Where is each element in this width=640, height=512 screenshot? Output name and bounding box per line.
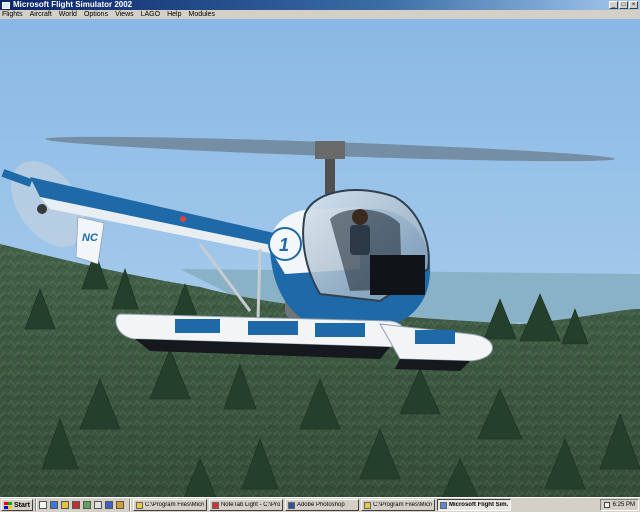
menu-modules[interactable]: Modules <box>188 10 214 19</box>
menu-aircraft[interactable]: Aircraft <box>30 10 52 19</box>
taskbar-separator <box>34 499 37 511</box>
task-button-explorer-1[interactable]: C:\Program Files\Micros... <box>132 499 207 511</box>
start-label: Start <box>14 501 30 509</box>
flight-sim-icon <box>439 501 447 509</box>
photoshop-icon <box>287 501 295 509</box>
task-button-photoshop[interactable]: Adobe Photoshop <box>284 499 359 511</box>
menu-options[interactable]: Options <box>84 10 108 19</box>
maximize-button[interactable]: □ <box>619 1 628 9</box>
title-bar: Microsoft Flight Simulator 2002 _ □ × <box>0 0 640 10</box>
task-button-flight-sim[interactable]: Microsoft Flight Sim... <box>436 499 511 511</box>
taskbar: Start C:\Program Files\Micros... NoteTab… <box>0 497 640 512</box>
menu-bar: Flights Aircraft World Options Views LAG… <box>0 10 640 19</box>
task-button-explorer-2[interactable]: C:\Program Files\Micros... <box>360 499 435 511</box>
menu-views[interactable]: Views <box>115 10 134 19</box>
menu-world[interactable]: World <box>59 10 77 19</box>
menu-help[interactable]: Help <box>167 10 181 19</box>
system-tray: 6:25 PM <box>599 499 639 511</box>
window-title: Microsoft Flight Simulator 2002 <box>13 0 133 9</box>
volume-icon[interactable] <box>603 502 610 508</box>
close-button[interactable]: × <box>629 1 638 9</box>
quick-launch-folder-icon[interactable] <box>115 501 124 509</box>
minimize-button[interactable]: _ <box>609 1 618 9</box>
door-number: 1 <box>279 235 289 255</box>
simulator-viewport[interactable]: NC 1 <box>0 19 640 497</box>
folder-icon <box>363 501 371 509</box>
start-button[interactable]: Start <box>1 499 33 511</box>
task-button-notetab[interactable]: NoteTab Light - C:\Pro... <box>208 499 283 511</box>
internet-explorer-icon[interactable] <box>49 501 58 509</box>
outlook-icon[interactable] <box>60 501 69 509</box>
quick-launch-doc-icon[interactable] <box>93 501 102 509</box>
clock[interactable]: 6:25 PM <box>613 502 635 508</box>
menu-flights[interactable]: Flights <box>2 10 23 19</box>
folder-icon <box>135 501 143 509</box>
taskbar-separator <box>128 499 131 511</box>
tail-registration: NC <box>82 232 99 244</box>
quick-launch-tool-icon[interactable] <box>82 501 91 509</box>
show-desktop-icon[interactable] <box>38 501 47 509</box>
quick-launch-media-icon[interactable] <box>104 501 113 509</box>
menu-lago[interactable]: LAGO <box>141 10 160 19</box>
flight-sim-app-icon[interactable] <box>2 1 10 9</box>
windows-logo-icon <box>4 501 12 509</box>
quick-launch-app-icon[interactable] <box>71 501 80 509</box>
notetab-icon <box>211 501 219 509</box>
window-controls: _ □ × <box>609 1 638 9</box>
